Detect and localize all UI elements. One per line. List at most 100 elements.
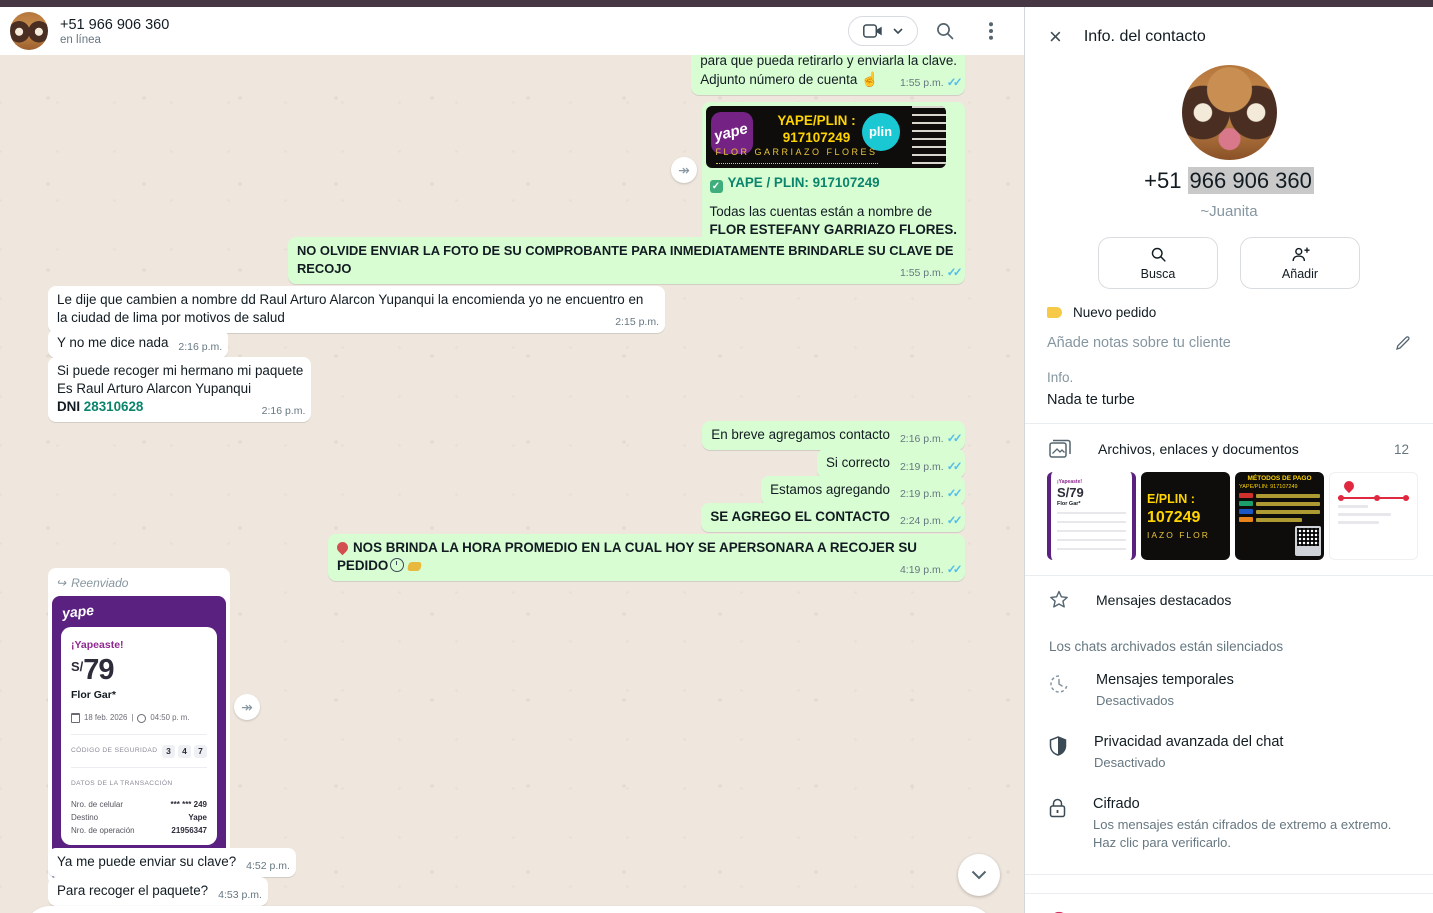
message-row: NO OLVIDE ENVIAR LA FOTO DE SU COMPROBAN…	[0, 237, 1024, 284]
info-value: Nada te turbe	[1047, 392, 1411, 408]
message-meta: 2:19 p.m.✓✓	[900, 461, 959, 473]
message-meta: 2:15 p.m.	[615, 316, 659, 328]
encryption-row[interactable]: Cifrado Los mensajes están cifrados de e…	[1025, 784, 1433, 864]
incoming-message-bubble[interactable]: Para recoger el paquete? 4:53 p.m.	[48, 877, 268, 906]
disappearing-messages-row[interactable]: Mensajes temporales Desactivados	[1025, 660, 1433, 722]
contact-avatar[interactable]	[10, 12, 48, 50]
media-thumbnail-yape-receipt[interactable]: ¡Yapeaste! S/79 Flor Gar*	[1047, 472, 1136, 560]
forwarded-receipt-bubble[interactable]: ↪Reenviado yape ¡Yapeaste! S/79 Flor Gar…	[48, 568, 230, 886]
star-icon	[1049, 590, 1069, 609]
message-text: Le dije que cambien a nombre dd Raul Art…	[57, 292, 643, 325]
message-row: Si correcto 2:19 p.m.✓✓	[0, 449, 1024, 478]
add-contact-button[interactable]: Añadir	[1240, 237, 1360, 289]
chevron-down-icon	[893, 28, 903, 34]
close-icon[interactable]: ×	[1049, 27, 1062, 47]
message-row: Para recoger el paquete? 4:53 p.m.	[0, 877, 1024, 906]
yape-plin-banner-image[interactable]: yape YAPE/PLIN : 917107249 plin FLOR GAR…	[706, 106, 946, 168]
menu-kebab-icon[interactable]	[972, 12, 1010, 50]
message-meta: 4:52 p.m.	[246, 860, 290, 872]
media-thumbnail-tracking[interactable]	[1329, 472, 1418, 560]
contact-header-info[interactable]: +51 966 906 360 en línea	[60, 17, 169, 46]
message-row: SE AGREGO EL CONTACTO 2:24 p.m.✓✓	[0, 503, 1024, 532]
media-thumbnail-yape-banner[interactable]: E/PLIN : 107249 IAZO FLOR	[1141, 472, 1230, 560]
contact-info-panel: × Info. del contacto +51 966 906 360 ~Ju…	[1024, 7, 1433, 913]
chat-header: +51 966 906 360 en línea	[0, 7, 1024, 55]
scroll-to-bottom-button[interactable]	[958, 854, 1000, 896]
caption-label: YAPE / PLIN:	[728, 175, 813, 190]
search-icon	[1150, 246, 1167, 263]
forward-message-button[interactable]: ↠	[234, 694, 260, 720]
incoming-message-bubble[interactable]: Y no me dice nada 2:16 p.m.	[48, 329, 228, 358]
contact-profile-photo[interactable]	[1182, 65, 1277, 160]
business-label-row[interactable]: Nuevo pedido	[1025, 295, 1433, 320]
yape-logo: yape	[52, 596, 95, 629]
message-row: En breve agregamos contacto 2:16 p.m.✓✓	[0, 421, 1024, 450]
media-caption: ✓YAPE / PLIN: 917107249 Todas las cuenta…	[706, 168, 962, 241]
outgoing-message-bubble[interactable]: En breve agregamos contacto 2:16 p.m.✓✓	[702, 421, 965, 450]
message-text: En breve agregamos contacto	[711, 427, 890, 442]
outgoing-message-bubble[interactable]: SE AGREGO EL CONTACTO 2:24 p.m.✓✓	[701, 503, 965, 532]
incoming-message-bubble[interactable]: Ya me puede enviar su clave? 4:52 p.m.	[48, 848, 296, 877]
message-input-bar[interactable]	[24, 906, 994, 913]
map-pin-icon	[1342, 479, 1356, 493]
search-chat-button[interactable]: Busca	[1098, 237, 1218, 289]
read-ticks-icon: ✓✓	[947, 267, 959, 279]
phone-link[interactable]: 917107249	[813, 175, 880, 190]
pencil-icon[interactable]	[1395, 335, 1411, 351]
calendar-icon	[71, 713, 80, 723]
message-row: Estamos agregando 2:19 p.m.✓✓	[0, 476, 1024, 505]
message-row: Ya me puede enviar su clave? 4:52 p.m.	[0, 848, 1024, 877]
search-icon[interactable]	[926, 12, 964, 50]
message-line: Es Raul Arturo Alarcon Yupanqui	[57, 380, 303, 398]
panel-header: × Info. del contacto	[1025, 7, 1433, 53]
starred-messages-row[interactable]: Mensajes destacados	[1025, 576, 1433, 623]
info-label: Info.	[1047, 370, 1411, 385]
whatsapp-app: +51 966 906 360 en línea	[0, 7, 1433, 913]
advanced-privacy-row[interactable]: Privacidad avanzada del chat Desactivado	[1025, 722, 1433, 784]
forward-message-button[interactable]: ↠	[671, 157, 697, 183]
media-links-docs-row[interactable]: Archivos, enlaces y documentos 12	[1025, 424, 1433, 467]
security-digit: 4	[178, 745, 191, 758]
incoming-message-bubble[interactable]: Si puede recoger mi hermano mi paquete E…	[48, 357, 311, 422]
message-meta: 2:19 p.m.✓✓	[900, 488, 959, 500]
message-line: Si puede recoger mi hermano mi paquete	[57, 362, 303, 380]
outgoing-media-bubble[interactable]: yape YAPE/PLIN : 917107249 plin FLOR GAR…	[702, 102, 966, 258]
outgoing-message-bubble[interactable]: para que pueda retirarlo y enviarla la c…	[691, 55, 965, 95]
message-row: ↠ yape YAPE/PLIN : 917107249 plin FLOR G…	[0, 102, 1024, 258]
message-meta: 2:16 p.m.✓✓	[900, 433, 959, 445]
media-count: 12	[1394, 442, 1409, 457]
outgoing-message-bubble[interactable]: Si correcto 2:19 p.m.✓✓	[817, 449, 965, 478]
message-text: Para recoger el paquete?	[57, 883, 208, 898]
yape-receipt-image[interactable]: yape ¡Yapeaste! S/79 Flor Gar* 18 feb. 2…	[52, 596, 226, 882]
video-call-button[interactable]	[848, 16, 918, 46]
receipt-datetime: 18 feb. 2026 | 04:50 p. m.	[71, 709, 207, 727]
clock-icon	[137, 714, 146, 723]
shield-icon	[1049, 736, 1067, 756]
message-row: para que pueda retirarlo y enviarla la c…	[0, 55, 1024, 95]
outgoing-message-bubble[interactable]: NO OLVIDE ENVIAR LA FOTO DE SU COMPROBAN…	[288, 237, 965, 284]
info-section: Info. Nada te turbe	[1025, 353, 1433, 408]
pushpin-emoji	[335, 540, 351, 556]
outgoing-message-bubble[interactable]: Estamos agregando 2:19 p.m.✓✓	[761, 476, 965, 505]
message-meta: 2:16 p.m.	[178, 341, 222, 353]
media-thumbnails: ¡Yapeaste! S/79 Flor Gar* E/PLIN : 10724…	[1025, 467, 1433, 575]
archived-chats-note: Los chats archivados están silenciados	[1025, 623, 1433, 660]
media-thumbnail-payment-methods[interactable]: MÉTODOS DE PAGO YAPE/PLIN: 917107249	[1235, 472, 1324, 560]
incoming-message-bubble[interactable]: Le dije que cambien a nombre dd Raul Art…	[48, 286, 665, 333]
message-text: NO OLVIDE ENVIAR LA FOTO DE SU COMPROBAN…	[297, 243, 953, 276]
caption-line: Todas las cuentas están a nombre de	[710, 203, 958, 221]
pointing-up-emoji: ☝	[861, 71, 878, 87]
dni-link[interactable]: 28310628	[84, 399, 144, 414]
customer-notes-field[interactable]: Añade notas sobre tu cliente	[1025, 320, 1433, 353]
message-row: Si puede recoger mi hermano mi paquete E…	[0, 357, 1024, 422]
block-contact-row[interactable]: Bloquear a +51 966 906 360	[1025, 894, 1433, 913]
message-text: Si correcto	[826, 455, 890, 470]
disappearing-timer-icon	[1049, 674, 1069, 694]
message-row: Y no me dice nada 2:16 p.m.	[0, 329, 1024, 358]
contact-phone-number: +51 966 906 360	[1025, 168, 1433, 194]
video-camera-icon	[863, 24, 883, 38]
security-digit: 3	[162, 745, 175, 758]
media-gallery-icon	[1049, 439, 1071, 459]
message-row: Le dije que cambien a nombre dd Raul Art…	[0, 286, 1024, 333]
dni-label: DNI	[57, 399, 84, 414]
